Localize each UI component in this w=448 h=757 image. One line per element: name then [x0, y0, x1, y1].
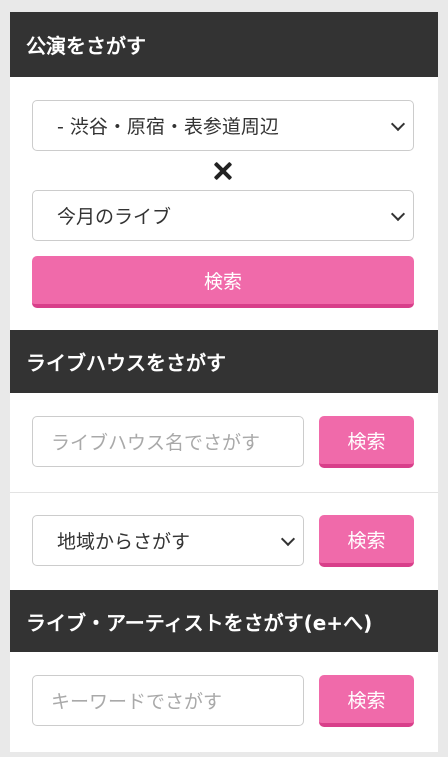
search-widget: 公演をさがす - 渋谷・原宿・表参道周辺 今月のライブ 検索 ライブハウスをさが…: [10, 12, 438, 752]
area-select-value: - 渋谷・原宿・表参道周辺: [57, 116, 279, 138]
livehouse-name-placeholder: ライブハウス名でさがす: [51, 432, 261, 454]
period-select[interactable]: 今月のライブ: [32, 190, 414, 241]
performance-search-button[interactable]: 検索: [32, 256, 414, 308]
livehouse-search-header: ライブハウスをさがす: [10, 330, 438, 393]
keyword-input[interactable]: キーワードでさがす: [32, 675, 304, 726]
livehouse-name-search-button[interactable]: 検索: [319, 416, 414, 468]
performance-search-button-label: 検索: [203, 270, 242, 293]
keyword-placeholder: キーワードでさがす: [51, 691, 223, 713]
chevron-down-icon: [390, 206, 406, 221]
times-icon: [212, 160, 234, 182]
livehouse-name-search-button-label: 検索: [347, 430, 386, 453]
livehouse-search-title: ライブハウスをさがす: [26, 351, 226, 375]
keyword-search-button[interactable]: 検索: [319, 675, 414, 727]
chevron-down-icon: [280, 531, 296, 546]
region-search-button-label: 検索: [347, 529, 386, 552]
keyword-search-button-label: 検索: [347, 689, 386, 712]
region-select[interactable]: 地域からさがす: [32, 515, 304, 566]
chevron-down-icon: [390, 116, 406, 131]
region-search-button[interactable]: 検索: [319, 515, 414, 567]
performance-search-title: 公演をさがす: [26, 34, 146, 58]
artist-search-header: ライブ・アーティストをさがす(e+へ): [10, 590, 438, 652]
period-select-value: 今月のライブ: [57, 206, 172, 228]
artist-search-title: ライブ・アーティストをさがす(e+へ): [26, 610, 373, 635]
section-divider: [10, 492, 438, 493]
livehouse-name-input[interactable]: ライブハウス名でさがす: [32, 416, 304, 467]
area-select[interactable]: - 渋谷・原宿・表参道周辺: [32, 100, 414, 151]
performance-search-header: 公演をさがす: [10, 12, 438, 77]
region-select-value: 地域からさがす: [57, 531, 191, 553]
